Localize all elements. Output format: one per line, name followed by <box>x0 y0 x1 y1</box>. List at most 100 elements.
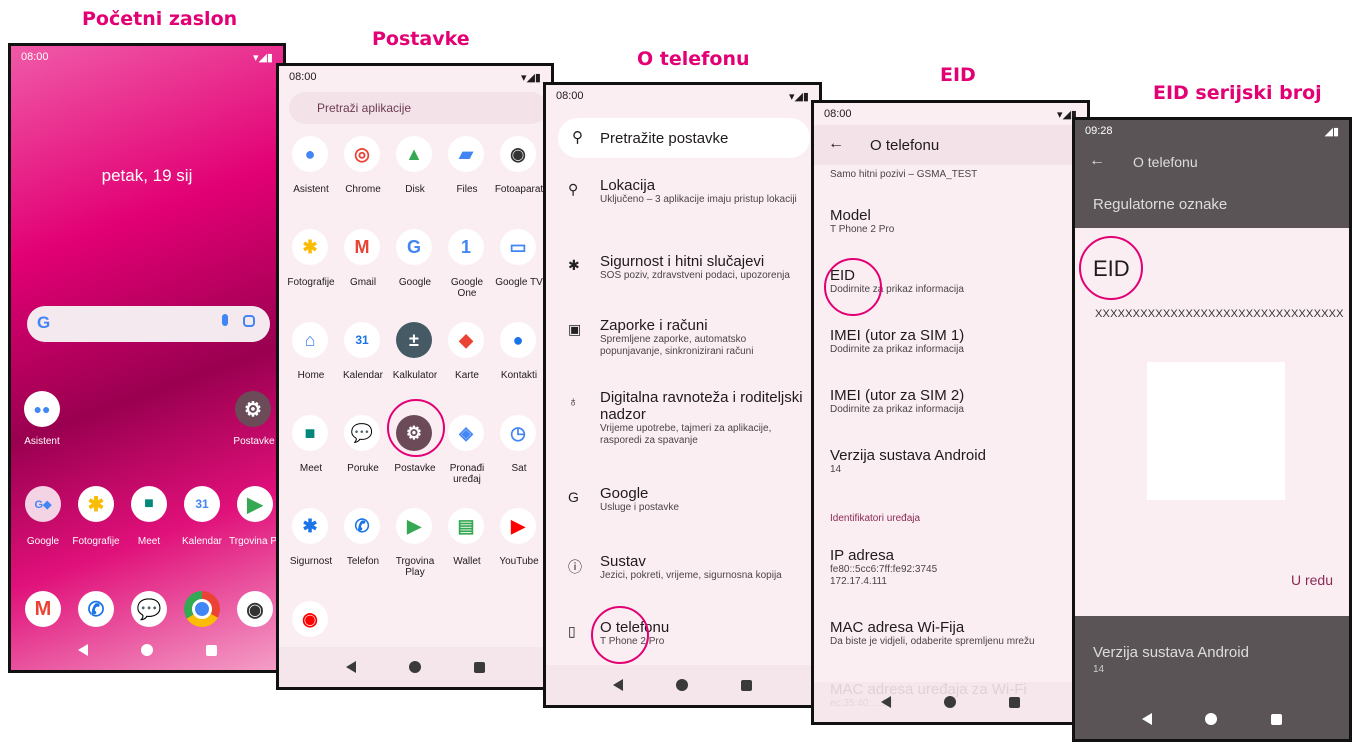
gmail-icon[interactable]: M <box>25 591 61 627</box>
about-item-3[interactable]: IMEI (utor za SIM 2) Dodirnite za prikaz… <box>830 387 1087 416</box>
home-icon[interactable] <box>1205 713 1218 725</box>
yt-music-icon[interactable]: ◉ <box>292 601 328 637</box>
app-label-prona-i-ure-aj: Pronađi uređaj <box>449 463 485 485</box>
home-icon[interactable] <box>675 679 688 691</box>
home-search-bar[interactable]: G <box>27 306 270 342</box>
telefon-icon[interactable]: ✆ <box>344 508 380 544</box>
recents-icon[interactable] <box>741 679 753 691</box>
photos-icon[interactable]: ✱ <box>78 486 114 522</box>
app-label-postavke: Postavke <box>394 463 436 474</box>
camera-icon[interactable]: ◉ <box>237 591 273 627</box>
trgovina-play-icon[interactable]: ▶ <box>396 508 432 544</box>
home-icon[interactable] <box>408 661 421 673</box>
kalkulator-icon[interactable]: ± <box>396 322 432 358</box>
status-time: 08:00 <box>289 71 317 83</box>
home-icon[interactable] <box>943 696 956 708</box>
recents-icon[interactable] <box>1009 696 1021 708</box>
identifier-item-title: MAC adresa Wi-Fija <box>830 619 965 636</box>
app-label-meet: Meet <box>299 463 323 474</box>
meet-icon[interactable]: ■ <box>292 415 328 451</box>
emergency-only-text: Samo hitni pozivi – GSMA_TEST <box>830 169 978 180</box>
disk-icon[interactable]: ▲ <box>396 136 432 172</box>
back-icon[interactable] <box>880 696 891 708</box>
assistant-icon[interactable]: ●● <box>24 391 60 427</box>
nav-bar <box>1075 699 1349 739</box>
back-arrow-icon[interactable]: ← <box>828 135 844 153</box>
eid-serial-value: XXXXXXXXXXXXXXXXXXXXXXXXXXXXXXXXX <box>1095 308 1344 320</box>
caption-home: Početni zaslon <box>82 8 238 30</box>
app-label-wallet: Wallet <box>453 556 481 567</box>
chrome-icon[interactable]: ◎ <box>344 136 380 172</box>
home-wallpaper: 08:00 ▾◢▮ petak, 19 sij G ●● Asistent ⚙ P… <box>11 46 283 670</box>
app-label-home: Home <box>297 370 325 381</box>
back-icon[interactable] <box>345 661 356 673</box>
files-icon[interactable]: ▰ <box>448 136 484 172</box>
app-label-karte: Karte <box>455 370 479 381</box>
settings-item-title: Digitalna ravnoteža i roditeljski nadzor <box>600 389 803 423</box>
play-store-icon[interactable]: ▶ <box>237 486 273 522</box>
settings-app-icon[interactable]: ⚙ <box>235 391 271 427</box>
google-folder-icon[interactable]: G◆ <box>25 486 61 522</box>
settings-search-bar[interactable]: ⚲ Pretražite postavke <box>558 118 810 158</box>
fotografije-icon[interactable]: ✱ <box>292 229 328 265</box>
kalendar-icon[interactable]: 31 <box>344 322 380 358</box>
back-icon[interactable] <box>1141 713 1152 725</box>
google-icon[interactable]: G <box>396 229 432 265</box>
about-item-0[interactable]: Model T Phone 2 Pro <box>830 207 1087 236</box>
caption-about: O telefonu <box>637 48 750 70</box>
karte-icon[interactable]: ◆ <box>448 322 484 358</box>
recents-icon[interactable] <box>473 661 485 673</box>
wallet-icon[interactable]: ▤ <box>448 508 484 544</box>
app-label-kalendar: Kalendar <box>181 536 223 547</box>
mic-icon[interactable] <box>222 314 228 326</box>
google-one-icon[interactable]: 1 <box>448 229 484 265</box>
home-icon[interactable] <box>140 644 153 656</box>
settings-item-icon: ✱ <box>568 257 580 273</box>
fotoaparat-icon[interactable]: ◉ <box>500 136 536 172</box>
app-label-kalendar: Kalendar <box>342 370 384 381</box>
asistent-icon[interactable]: ● <box>292 136 328 172</box>
home-date: petak, 19 sij <box>101 166 193 185</box>
calendar-icon[interactable]: 31 <box>184 486 220 522</box>
back-arrow-icon[interactable]: ← <box>1089 152 1105 170</box>
settings-item-subtitle: Usluge i postavke <box>600 502 679 513</box>
google-tv-icon[interactable]: ▭ <box>500 229 536 265</box>
app-label-fotoaparat: Fotoaparat <box>494 184 544 195</box>
app-search-bar[interactable]: Pretraži aplikacije <box>289 92 547 124</box>
chrome-icon[interactable] <box>184 591 220 627</box>
gmail-icon[interactable]: M <box>344 229 380 265</box>
about-item-title: IMEI (utor za SIM 2) <box>830 387 965 404</box>
phone-home: 08:00 ▾◢▮ petak, 19 sij G ●● Asistent ⚙ P… <box>8 43 286 673</box>
app-label-gmail: Gmail <box>349 277 377 288</box>
status-time: 08:00 <box>21 51 49 63</box>
phone-icon[interactable]: ✆ <box>78 591 114 627</box>
identifier-item-0[interactable]: IP adresa fe80::5cc6:7ff:fe92:3745 172.1… <box>830 547 1087 588</box>
identifier-item-1[interactable]: MAC adresa Wi-Fija Da biste je vidjeli, … <box>830 619 1087 648</box>
youtube-icon[interactable]: ▶ <box>500 508 536 544</box>
back-icon[interactable] <box>77 644 88 656</box>
poruke-icon[interactable]: 💬 <box>344 415 380 451</box>
settings-item-subtitle: Jezici, pokreti, vrijeme, sigurnosna kop… <box>600 570 782 581</box>
kontakti-icon[interactable]: ● <box>500 322 536 358</box>
sat-icon[interactable]: ◷ <box>500 415 536 451</box>
ok-button[interactable]: U redu <box>1291 572 1333 588</box>
recents-icon[interactable] <box>1271 713 1283 725</box>
lens-icon[interactable] <box>243 315 255 327</box>
settings-item-icon: ▣ <box>568 321 582 337</box>
app-label-google-tv: Google TV <box>495 277 543 288</box>
about-item-4[interactable]: Verzija sustava Android 14 <box>830 447 1087 476</box>
prona-i-ure-aj-icon[interactable]: ◈ <box>448 415 484 451</box>
settings-item-icon: ▯ <box>568 623 576 639</box>
recents-icon[interactable] <box>205 644 217 656</box>
identifier-item-title: IP adresa <box>830 547 894 564</box>
back-icon[interactable] <box>612 679 623 691</box>
sigurnost-icon[interactable]: ✱ <box>292 508 328 544</box>
messages-icon[interactable]: 💬 <box>131 591 167 627</box>
meet-icon[interactable]: ■ <box>131 486 167 522</box>
highlight-eid <box>824 258 882 316</box>
app-label-telefon: Telefon <box>346 556 380 567</box>
settings-item-icon: ♁ <box>568 393 579 409</box>
home-icon[interactable]: ⌂ <box>292 322 328 358</box>
about-item-2[interactable]: IMEI (utor za SIM 1) Dodirnite za prikaz… <box>830 327 1087 356</box>
eid-barcode-area <box>1147 362 1285 500</box>
